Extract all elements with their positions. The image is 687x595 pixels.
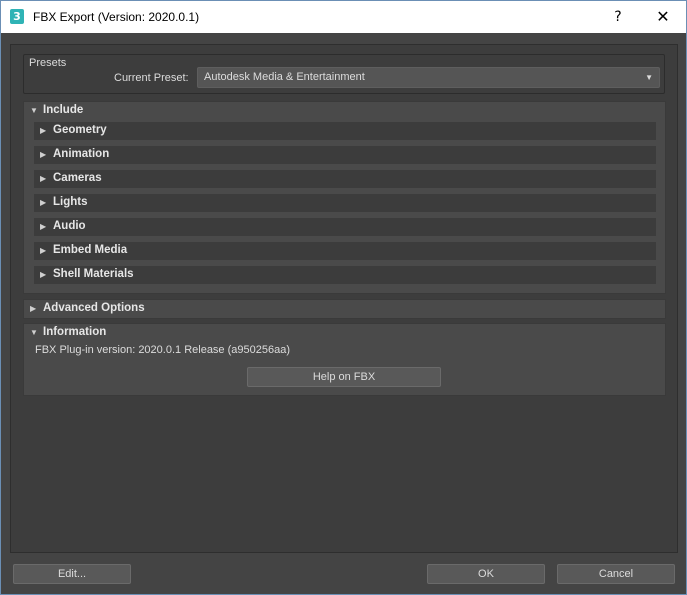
close-button[interactable]: ✕ [647,4,679,30]
current-preset-label: Current Preset: [114,72,189,84]
information-rollout: ▼ Information FBX Plug-in version: 2020.… [23,323,666,396]
rollout-label: Shell Materials [53,268,134,280]
dialog-content: Presets Current Preset: Autodesk Media &… [10,44,678,553]
collapsed-triangle-icon: ▶ [40,174,47,183]
expanded-triangle-icon: ▼ [30,106,38,115]
rollout-label: Embed Media [53,244,128,256]
collapsed-triangle-icon: ▶ [40,270,47,279]
collapsed-triangle-icon: ▶ [40,198,47,207]
collapsed-triangle-icon: ▶ [40,150,47,159]
plugin-version-text: FBX Plug-in version: 2020.0.1 Release (a… [35,344,290,356]
expanded-triangle-icon: ▼ [30,328,38,337]
advanced-options-rollout[interactable]: ▶ Advanced Options [23,299,666,319]
rollout-lights[interactable]: ▶ Lights [34,194,656,212]
ok-button[interactable]: OK [427,564,545,584]
rollout-cameras[interactable]: ▶ Cameras [34,170,656,188]
presets-group-label: Presets [29,57,67,69]
rollout-label: Geometry [53,124,107,136]
advanced-options-header[interactable]: ▶ Advanced Options [24,300,665,318]
information-header[interactable]: ▼ Information [24,324,665,342]
collapsed-triangle-icon: ▶ [40,126,47,135]
rollout-embed-media[interactable]: ▶ Embed Media [34,242,656,260]
collapsed-triangle-icon: ▶ [40,222,47,231]
information-label: Information [43,326,107,338]
help-question-button[interactable]: ? [605,6,631,28]
window-title: FBX Export (Version: 2020.0.1) [33,10,200,24]
cancel-button[interactable]: Cancel [557,564,675,584]
include-rollout: ▼ Include ▶ Geometry ▶ Animation ▶ Camer… [23,101,666,294]
3dsmax-app-icon: 3 [10,9,24,24]
rollout-shell-materials[interactable]: ▶ Shell Materials [34,266,656,284]
current-preset-value: Autodesk Media & Entertainment [204,71,365,83]
current-preset-dropdown[interactable]: Autodesk Media & Entertainment ▼ [197,67,660,88]
rollout-label: Audio [53,220,86,232]
rollout-animation[interactable]: ▶ Animation [34,146,656,164]
rollout-label: Animation [53,148,110,160]
edit-button[interactable]: Edit... [13,564,131,584]
collapsed-triangle-icon: ▶ [40,246,47,255]
collapsed-triangle-icon: ▶ [30,304,37,313]
help-on-fbx-button[interactable]: Help on FBX [247,367,441,387]
rollout-audio[interactable]: ▶ Audio [34,218,656,236]
include-label: Include [43,104,84,116]
rollout-label: Lights [53,196,88,208]
advanced-options-label: Advanced Options [43,302,145,314]
dropdown-arrow-icon: ▼ [645,73,653,82]
presets-group: Presets Current Preset: Autodesk Media &… [23,54,665,94]
include-rollout-header[interactable]: ▼ Include [24,102,665,120]
title-bar[interactable]: 3 FBX Export (Version: 2020.0.1) ? ✕ [1,1,686,33]
rollout-label: Cameras [53,172,102,184]
rollout-geometry[interactable]: ▶ Geometry [34,122,656,140]
fbx-export-window: 3 FBX Export (Version: 2020.0.1) ? ✕ Pre… [0,0,687,595]
